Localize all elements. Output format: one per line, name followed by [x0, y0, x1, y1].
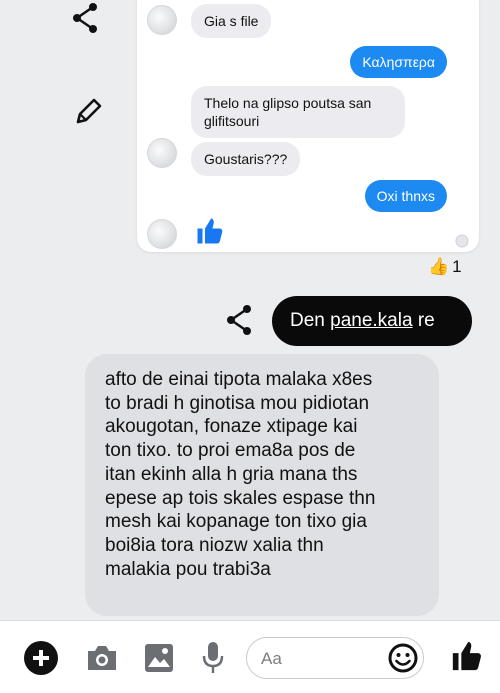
avatar: [147, 5, 177, 35]
like-icon[interactable]: [450, 639, 484, 673]
message-bubble-outgoing: Den pane.kala re: [272, 296, 472, 346]
message-line: ton tixo. to proi ema8a pos de: [105, 440, 356, 462]
message-line: boi8ia tora niozw xalia thn: [105, 534, 324, 556]
message-line: to bradi h ginotisa mou pidiotan: [105, 392, 370, 414]
message-bubble-outgoing: Καλησπερα: [350, 46, 447, 78]
image-icon[interactable]: [144, 643, 174, 673]
reply-link[interactable]: pane.kala: [330, 310, 412, 331]
share-icon[interactable]: [70, 2, 102, 34]
reply-suffix: re: [412, 310, 435, 331]
plus-icon[interactable]: [24, 641, 58, 675]
message-bubble-outgoing: Oxi thnxs: [364, 180, 447, 212]
message-bubble-incoming: afto de einai tipota malaka x8es to brad…: [85, 354, 439, 616]
message-input-placeholder: Aa: [261, 649, 282, 668]
message-line: akougotan, fonaze xtipage kai: [105, 416, 358, 438]
message-bubble-incoming: Thelo na glipso poutsa san glifitsouri: [191, 86, 405, 138]
message-bubble-incoming: Gia s file: [191, 4, 272, 38]
composer-bar: Aa: [0, 620, 500, 693]
edit-pencil-icon[interactable]: [72, 96, 104, 128]
message-line: epese ap tois skales espase thn: [105, 487, 376, 509]
avatar: [147, 219, 177, 249]
message-bubble-incoming: Goustaris???: [191, 142, 301, 176]
reaction-emoji: 👍: [428, 257, 450, 277]
reaction-count: 1: [452, 257, 462, 276]
emoji-icon[interactable]: [388, 643, 418, 673]
message-line: afto de einai tipota malaka x8es: [105, 369, 373, 390]
seen-avatar-icon: [455, 234, 469, 248]
share-icon[interactable]: [224, 304, 256, 336]
screenshot-card: Gia s file Καλησπερα Thelo na glipso pou…: [137, 0, 479, 252]
message-line: itan ekinh alla h gria mana ths: [105, 463, 358, 485]
microphone-icon[interactable]: [202, 641, 224, 675]
like-thumb-icon: [197, 218, 223, 244]
camera-icon[interactable]: [86, 643, 118, 673]
message-line: malakia pou trabi3a: [105, 558, 271, 580]
message-line: mesh kai kopanage ton tixo gia: [105, 511, 367, 533]
reply-prefix: Den: [290, 310, 331, 331]
avatar: [147, 138, 177, 168]
reaction-badge[interactable]: 👍 1: [428, 254, 462, 280]
